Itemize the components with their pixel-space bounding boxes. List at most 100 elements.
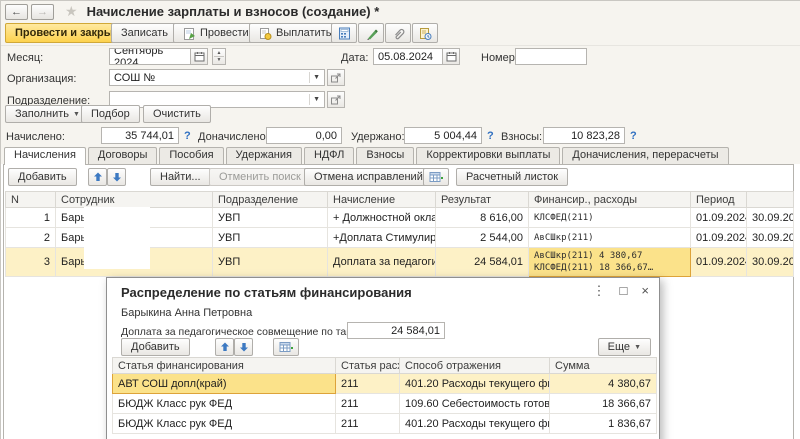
window-close-icon[interactable]: ×	[641, 283, 649, 299]
date-field[interactable]: 05.08.2024	[373, 48, 443, 65]
financing-row-3[interactable]: БЮДЖ Класс рук ФЕД 211 401.20 Расходы те…	[113, 414, 657, 434]
month-spinner[interactable]: ▲▼	[212, 48, 226, 65]
tab-ndfl[interactable]: НДФЛ	[304, 147, 354, 164]
financing-row-1-selected[interactable]: АВТ СОШ допл(край) 211 401.20 Расходы те…	[113, 374, 657, 394]
cell-n[interactable]: 1	[6, 208, 56, 228]
tab-accruals[interactable]: Начисления	[4, 147, 86, 165]
month-calendar-button[interactable]	[190, 48, 208, 65]
cancel-search-button[interactable]: Отменить поиск	[209, 168, 311, 186]
calculator-button[interactable]	[331, 23, 357, 43]
financing-distribution-button[interactable]	[423, 168, 449, 186]
cell-period-to[interactable]: 30.09.2024	[747, 208, 794, 228]
tab-contracts[interactable]: Договоры	[88, 147, 157, 164]
organization-dropdown-icon[interactable]: ▼	[309, 72, 320, 83]
month-field[interactable]: Сентябрь 2024	[109, 48, 191, 65]
history-report-button[interactable]	[412, 23, 438, 43]
tab-contributions[interactable]: Взносы	[356, 147, 414, 164]
cell-method[interactable]: 109.60 Себестоимость готовой продукц…	[400, 394, 550, 414]
organization-value: СОШ №	[114, 72, 309, 84]
popup-table-settings-button[interactable]	[273, 338, 299, 356]
popup-add-button[interactable]: Добавить	[121, 338, 190, 356]
pay-button[interactable]: Выплатить	[249, 23, 341, 43]
back-arrow-icon: ←	[11, 6, 22, 18]
cell-accrual[interactable]: + Должностной оклад	[328, 208, 436, 228]
arrow-down-icon	[112, 172, 122, 182]
cell-department[interactable]: УВП	[213, 208, 328, 228]
additional-field[interactable]: 0,00	[266, 127, 342, 144]
cell-period-to[interactable]: 30.09.2024	[747, 228, 794, 248]
date-calendar-button[interactable]	[442, 48, 460, 65]
tab-payment-adjustments[interactable]: Корректировки выплаты	[416, 147, 560, 164]
cell-financing-selected[interactable]: АвСШкр(211) 4 380,67 КЛСФЕД(211) 18 366,…	[529, 248, 691, 277]
popup-accrual-value: 24 584,01	[391, 325, 440, 337]
find-button[interactable]: Найти...	[150, 168, 211, 186]
department-dropdown-icon[interactable]: ▼	[309, 94, 320, 105]
cell-article[interactable]: БЮДЖ Класс рук ФЕД	[113, 414, 336, 434]
popup-move-down-button[interactable]	[234, 338, 253, 356]
cell-expense[interactable]: 211	[336, 394, 400, 414]
cell-financing[interactable]: АвСШкр(211)	[529, 228, 691, 248]
number-field[interactable]	[515, 48, 587, 65]
department-field[interactable]: ▼	[109, 91, 325, 108]
cell-accrual[interactable]: +Доплата Стимулирующие молодым сп…	[328, 228, 436, 248]
cell-article-selected[interactable]: АВТ СОШ допл(край)	[113, 374, 336, 394]
window-maximize-icon[interactable]: □	[620, 283, 628, 299]
financing-row-2[interactable]: БЮДЖ Класс рук ФЕД 211 109.60 Себестоимо…	[113, 394, 657, 414]
col-article: Статья финансирования	[113, 358, 336, 374]
cell-result[interactable]: 8 616,00	[436, 208, 529, 228]
cell-financing[interactable]: КЛСФЕД(211)	[529, 208, 691, 228]
popup-more-button[interactable]: Еще▼	[598, 338, 651, 356]
cell-result[interactable]: 2 544,00	[436, 228, 529, 248]
accrued-value: 35 744,01	[125, 130, 174, 142]
back-button[interactable]: ←	[5, 4, 28, 20]
window-menu-icon[interactable]: ⋮	[593, 283, 606, 299]
move-up-button[interactable]	[88, 168, 107, 186]
popup-move-up-button[interactable]	[215, 338, 234, 356]
cell-article[interactable]: БЮДЖ Класс рук ФЕД	[113, 394, 336, 414]
move-down-button[interactable]	[107, 168, 126, 186]
contributions-help-link[interactable]: ?	[630, 130, 637, 142]
accrued-help-link[interactable]: ?	[184, 130, 191, 142]
tab-benefits[interactable]: Пособия	[159, 147, 223, 164]
tab-recalculations[interactable]: Доначисления, перерасчеты	[562, 147, 728, 164]
cell-period-to[interactable]: 30.09.2024	[747, 248, 794, 277]
cell-result[interactable]: 24 584,01	[436, 248, 529, 277]
cell-period-from[interactable]: 01.09.2024	[691, 248, 747, 277]
pick-button[interactable]: Подбор	[81, 105, 140, 123]
cell-n[interactable]: 2	[6, 228, 56, 248]
popup-accrual-field[interactable]: 24 584,01	[347, 322, 445, 339]
clear-button[interactable]: Очистить	[143, 105, 211, 123]
cell-accrual[interactable]: Доплата за педагогическое совмещение…	[328, 248, 436, 277]
cell-sum[interactable]: 18 366,67	[550, 394, 657, 414]
payslip-button[interactable]: Расчетный листок	[456, 168, 568, 186]
cell-period-from[interactable]: 01.09.2024	[691, 208, 747, 228]
cell-sum[interactable]: 4 380,67	[550, 374, 657, 394]
cell-n[interactable]: 3	[6, 248, 56, 277]
number-label: Номер:	[481, 52, 518, 64]
organization-open-button[interactable]	[327, 69, 345, 86]
forward-button[interactable]: →	[31, 4, 54, 20]
withheld-help-link[interactable]: ?	[487, 130, 494, 142]
attachments-button[interactable]	[385, 23, 411, 43]
cell-sum[interactable]: 1 836,67	[550, 414, 657, 434]
cell-department[interactable]: УВП	[213, 248, 328, 277]
withheld-field[interactable]: 5 004,44	[404, 127, 482, 144]
department-open-button[interactable]	[327, 91, 345, 108]
organization-field[interactable]: СОШ № ▼	[109, 69, 325, 86]
cell-period-from[interactable]: 01.09.2024	[691, 228, 747, 248]
cell-method[interactable]: 401.20 Расходы текущего финансового…	[400, 374, 550, 394]
fill-button[interactable]: Заполнить▼	[5, 105, 90, 123]
accrued-field[interactable]: 35 744,01	[101, 127, 179, 144]
edit-pen-button[interactable]	[358, 23, 384, 43]
cell-department[interactable]: УВП	[213, 228, 328, 248]
cell-expense[interactable]: 211	[336, 374, 400, 394]
cell-method[interactable]: 401.20 Расходы текущего финансового…	[400, 414, 550, 434]
tab-deductions[interactable]: Удержания	[226, 147, 302, 164]
favorite-star-icon[interactable]: ★	[65, 3, 78, 20]
save-button[interactable]: Записать	[111, 23, 178, 43]
add-row-button[interactable]: Добавить	[8, 168, 77, 186]
post-button[interactable]: Провести	[173, 23, 259, 43]
contributions-field[interactable]: 10 823,28	[543, 127, 625, 144]
financing-header-row: Статья финансирования Статья расходов Сп…	[113, 358, 657, 374]
cell-expense[interactable]: 211	[336, 414, 400, 434]
